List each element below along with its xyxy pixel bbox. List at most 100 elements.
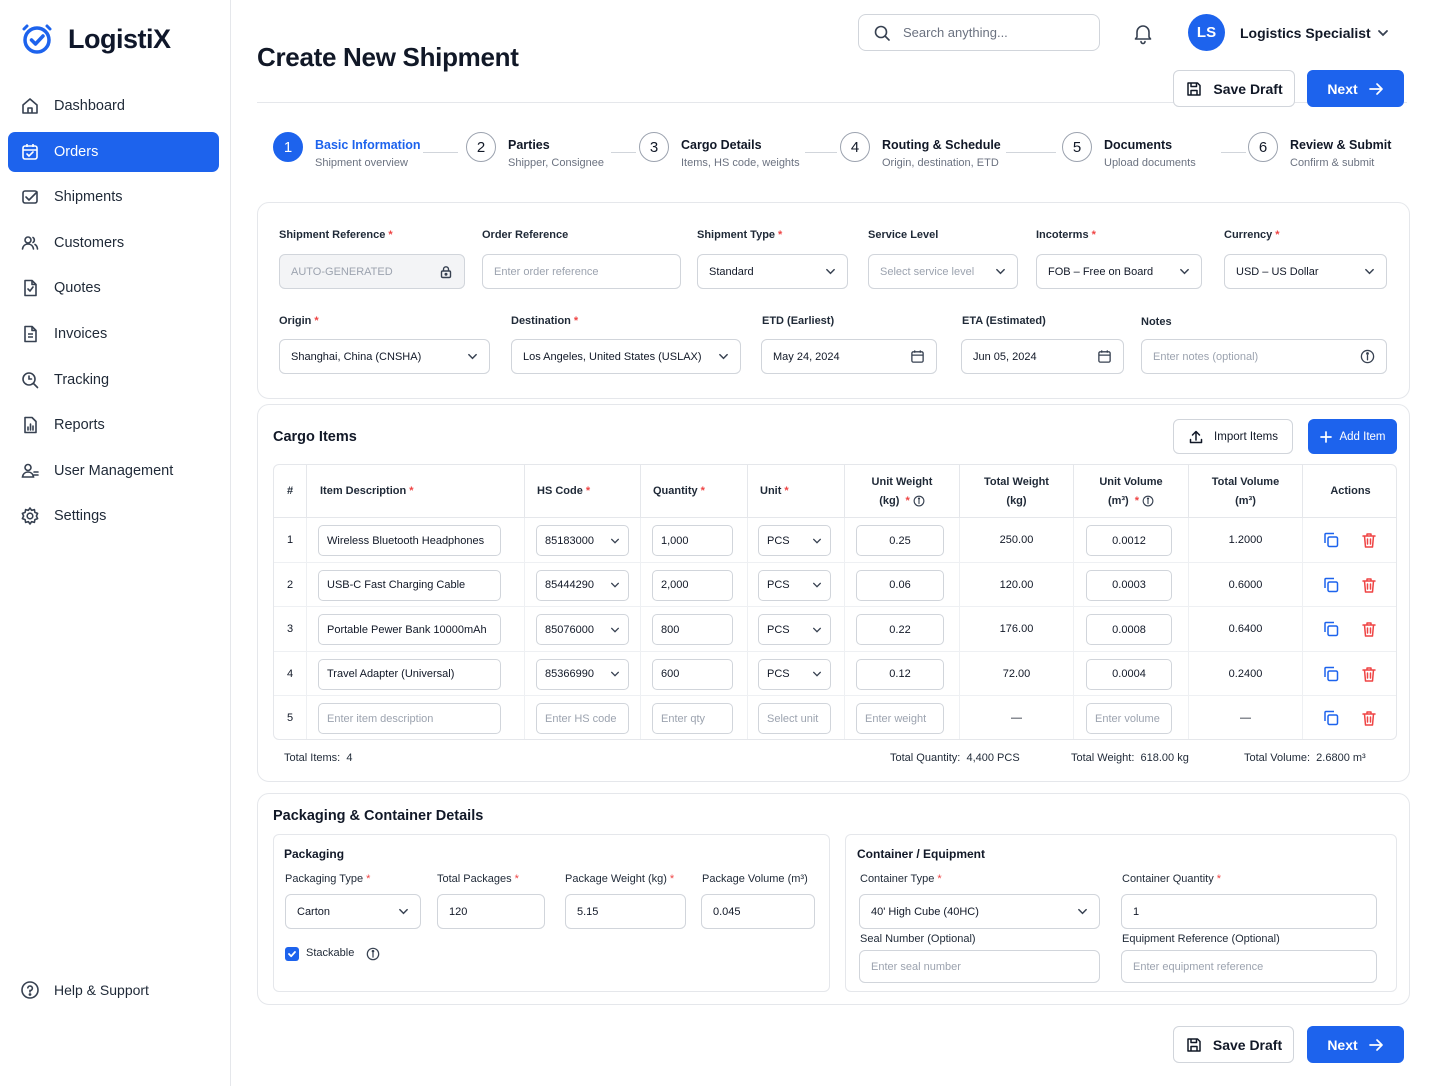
hs-code-select[interactable]: 85076000 xyxy=(536,614,629,645)
quantity-input[interactable]: 800 xyxy=(652,614,733,645)
sidebar-item-orders[interactable]: Orders xyxy=(8,131,219,172)
step-number: 1 xyxy=(273,132,303,162)
hs-code-select[interactable]: 85183000 xyxy=(536,525,629,556)
total-weight-cell: 176.00 xyxy=(999,623,1034,635)
unit-weight-input[interactable]: 0.06 xyxy=(856,569,944,601)
item-description-input[interactable]: Wireless Bluetooth Headphones xyxy=(318,525,501,556)
copy-icon[interactable] xyxy=(1322,620,1340,638)
trash-icon[interactable] xyxy=(1360,620,1378,638)
sidebar-item-user-management[interactable]: User Management xyxy=(8,451,219,491)
unit-weight-input[interactable]: 0.25 xyxy=(856,525,944,556)
quantity-input[interactable]: 1,000 xyxy=(652,525,733,556)
package-weight-input[interactable]: 5.15 xyxy=(565,894,686,929)
trash-icon[interactable] xyxy=(1360,531,1378,549)
notes-input[interactable]: Enter notes (optional) xyxy=(1141,339,1387,374)
container-quantity-input[interactable]: 1 xyxy=(1121,894,1377,929)
save-draft-button-bottom[interactable]: Save Draft xyxy=(1173,1026,1294,1063)
copy-icon[interactable] xyxy=(1322,709,1340,727)
unit-weight-input[interactable]: 0.22 xyxy=(856,614,944,645)
unit-select[interactable]: PCS xyxy=(758,569,831,601)
sidebar-item-reports[interactable]: Reports xyxy=(8,405,219,445)
step-routing-schedule[interactable]: 4 Routing & Schedule Origin, destination,… xyxy=(840,132,1001,169)
unit-weight-input[interactable]: 0.12 xyxy=(856,658,944,690)
seal-number-input[interactable]: Enter seal number xyxy=(859,950,1100,983)
info-icon[interactable] xyxy=(366,947,380,961)
unit-volume-input[interactable]: Enter volume xyxy=(1086,703,1172,734)
unit-volume-input[interactable]: 0.0008 xyxy=(1086,614,1172,645)
trash-icon[interactable] xyxy=(1360,709,1378,727)
unit-volume-input[interactable]: 0.0004 xyxy=(1086,658,1172,690)
unit-weight-input[interactable]: Enter weight xyxy=(856,703,944,734)
unit-select[interactable]: PCS xyxy=(758,658,831,690)
logo[interactable]: LogistiX xyxy=(20,22,171,56)
quantity-input[interactable]: 2,000 xyxy=(652,569,733,601)
column-header-total-weight: Total Weight (kg) xyxy=(960,465,1074,518)
shipment-reference-label: Shipment Reference * xyxy=(279,229,393,241)
sidebar-item-dashboard[interactable]: Dashboard xyxy=(8,86,219,126)
container-type-select[interactable]: 40' High Cube (40HC) xyxy=(859,894,1100,929)
shipment-type-select[interactable]: Standard xyxy=(697,254,848,289)
item-description-input[interactable]: USB-C Fast Charging Cable xyxy=(318,569,501,601)
next-button-bottom[interactable]: Next xyxy=(1307,1026,1404,1063)
copy-icon[interactable] xyxy=(1322,576,1340,594)
sidebar-item-tracking[interactable]: Tracking xyxy=(8,360,219,400)
import-items-button[interactable]: Import Items xyxy=(1173,419,1293,454)
hs-code-select[interactable]: 85366990 xyxy=(536,658,629,690)
unit-select[interactable]: PCS xyxy=(758,525,831,556)
chevron-down-icon[interactable] xyxy=(1377,27,1389,39)
search-input[interactable]: Search anything... xyxy=(858,14,1100,51)
sidebar-item-quotes[interactable]: Quotes xyxy=(8,268,219,308)
copy-icon[interactable] xyxy=(1322,531,1340,549)
unit-volume-input[interactable]: 0.0003 xyxy=(1086,569,1172,601)
calendar-icon xyxy=(20,142,40,162)
service-level-select[interactable]: Select service level xyxy=(868,254,1018,289)
total-volume: Total Volume: 2.6800 m³ xyxy=(1244,752,1366,764)
sidebar-item-invoices[interactable]: Invoices xyxy=(8,314,219,354)
item-description-input[interactable]: Portable Pewer Bank 10000mAh xyxy=(318,614,501,645)
step-documents[interactable]: 5 Documents Upload documents xyxy=(1062,132,1196,169)
step-cargo-details[interactable]: 3 Cargo Details Items, HS code, weights xyxy=(639,132,800,169)
logo-text: LogistiX xyxy=(68,23,171,54)
help-support-link[interactable]: Help & Support xyxy=(20,980,149,1000)
equipment-reference-input[interactable]: Enter equipment reference xyxy=(1121,950,1377,983)
step-basic-information[interactable]: 1 Basic Information Shipment overview xyxy=(273,132,421,169)
invoice-icon xyxy=(20,324,40,344)
item-description-input[interactable]: Travel Adapter (Universal) xyxy=(318,658,501,690)
save-draft-button[interactable]: Save Draft xyxy=(1173,70,1295,107)
total-packages-input[interactable]: 120 xyxy=(437,894,545,929)
sidebar-item-shipments[interactable]: Shipments xyxy=(8,177,219,217)
sidebar-item-customers[interactable]: Customers xyxy=(8,223,219,263)
unit-volume-input[interactable]: 0.0012 xyxy=(1086,525,1172,556)
currency-select[interactable]: USD – US Dollar xyxy=(1224,254,1387,289)
next-button[interactable]: Next xyxy=(1307,70,1404,107)
packaging-type-select[interactable]: Carton xyxy=(285,894,421,929)
add-item-button[interactable]: Add Item xyxy=(1308,419,1397,454)
etd-date-input[interactable]: May 24, 2024 xyxy=(761,339,937,374)
trash-icon[interactable] xyxy=(1360,576,1378,594)
hs-code-select[interactable]: Enter HS code xyxy=(536,703,629,734)
package-volume-input[interactable]: 0.045 xyxy=(701,894,815,929)
origin-select[interactable]: Shanghai, China (CNSHA) xyxy=(279,339,490,374)
bell-icon[interactable] xyxy=(1131,21,1155,45)
currency-label: Currency * xyxy=(1224,229,1280,241)
order-reference-input[interactable]: Enter order reference xyxy=(482,254,681,289)
copy-icon[interactable] xyxy=(1322,665,1340,683)
item-description-input[interactable]: Enter item description xyxy=(318,703,501,734)
user-name[interactable]: Logistics Specialist xyxy=(1240,25,1371,41)
hs-code-select[interactable]: 85444290 xyxy=(536,569,629,601)
stackable-checkbox[interactable] xyxy=(285,947,299,961)
unit-select[interactable]: Select unit xyxy=(758,703,831,734)
step-parties[interactable]: 2 Parties Shipper, Consignee xyxy=(466,132,604,169)
unit-select[interactable]: PCS xyxy=(758,614,831,645)
sidebar-item-settings[interactable]: Settings xyxy=(8,496,219,536)
quantity-input[interactable]: 600 xyxy=(652,658,733,690)
step-review-submit[interactable]: 6 Review & Submit Confirm & submit xyxy=(1248,132,1391,169)
quantity-input[interactable]: Enter qty xyxy=(652,703,733,734)
eta-date-input[interactable]: Jun 05, 2024 xyxy=(961,339,1124,374)
step-subtitle: Upload documents xyxy=(1104,157,1196,169)
destination-select[interactable]: Los Angeles, United States (USLAX) xyxy=(511,339,741,374)
avatar[interactable]: LS xyxy=(1188,14,1225,51)
column-header-unit: Unit * xyxy=(748,465,845,518)
trash-icon[interactable] xyxy=(1360,665,1378,683)
incoterms-select[interactable]: FOB – Free on Board xyxy=(1036,254,1202,289)
